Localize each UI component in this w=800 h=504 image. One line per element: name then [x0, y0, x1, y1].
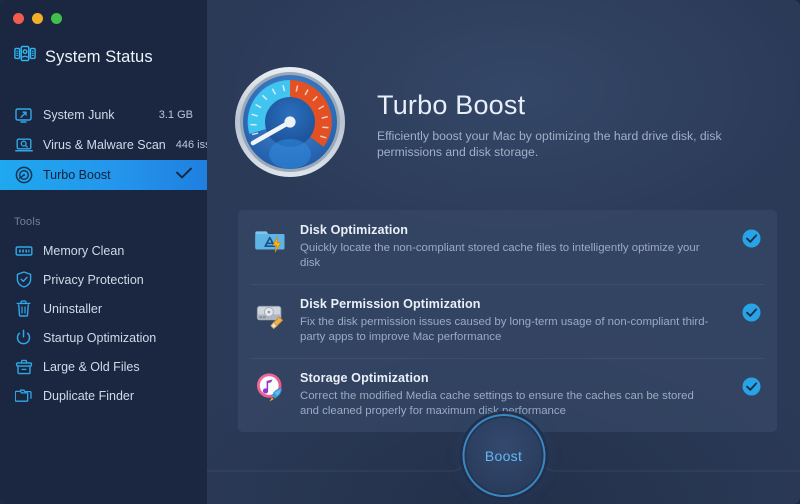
shield-check-icon — [14, 270, 33, 289]
archive-box-icon — [14, 357, 33, 376]
system-status-icon — [14, 45, 36, 69]
optimization-description: Correct the modified Media cache setting… — [300, 389, 714, 419]
sidebar-item-system-junk[interactable]: System Junk 3.1 GB — [0, 100, 207, 130]
sidebar-item-uninstaller[interactable]: Uninstaller — [0, 294, 207, 323]
optimization-row-disk[interactable]: Disk Optimization Quickly locate the non… — [238, 210, 777, 284]
optimization-title: Disk Optimization — [300, 223, 714, 237]
sidebar-item-label: Startup Optimization — [43, 331, 193, 345]
sidebar-tools-nav: Memory Clean Privacy Protection — [0, 236, 207, 410]
sidebar-item-meta: 3.1 GB — [159, 109, 193, 121]
sidebar-item-label: Memory Clean — [43, 244, 193, 258]
optimization-row-disk-permission[interactable]: Disk Permission Optimization Fix the dis… — [238, 284, 777, 358]
page-title: Turbo Boost — [377, 90, 727, 121]
hard-drive-brush-icon — [255, 298, 286, 329]
optimization-title: Storage Optimization — [300, 371, 714, 385]
close-button[interactable] — [13, 13, 24, 24]
boost-button-label: Boost — [485, 448, 522, 464]
optimization-title: Disk Permission Optimization — [300, 297, 714, 311]
sidebar-item-memory-clean[interactable]: Memory Clean — [0, 236, 207, 265]
status-check-icon[interactable] — [742, 229, 761, 248]
window-controls — [13, 13, 62, 24]
turbo-boost-gauge-icon — [229, 60, 351, 186]
selected-check-icon — [175, 167, 193, 183]
sidebar-item-privacy-protection[interactable]: Privacy Protection — [0, 265, 207, 294]
trash-icon — [14, 299, 33, 318]
status-check-icon[interactable] — [742, 377, 761, 396]
optimization-text: Disk Optimization Quickly locate the non… — [300, 223, 728, 271]
brand: System Status — [14, 45, 153, 69]
minimize-button[interactable] — [32, 13, 43, 24]
brand-title: System Status — [45, 48, 153, 67]
power-icon — [14, 328, 33, 347]
optimization-list: Disk Optimization Quickly locate the non… — [238, 210, 777, 432]
tools-section-label: Tools — [14, 216, 41, 228]
footer: Boost — [207, 418, 800, 504]
laptop-search-icon — [14, 136, 33, 155]
sidebar: System Status System Junk 3.1 GB — [0, 0, 207, 504]
sidebar-main-nav: System Junk 3.1 GB Virus & Malware Scan … — [0, 100, 207, 190]
sidebar-item-label: Turbo Boost — [43, 168, 165, 182]
sidebar-item-duplicate-finder[interactable]: Duplicate Finder — [0, 381, 207, 410]
optimization-description: Fix the disk permission issues caused by… — [300, 315, 714, 345]
optimization-text: Storage Optimization Correct the modifie… — [300, 371, 728, 419]
sidebar-item-label: Privacy Protection — [43, 273, 193, 287]
itunes-rocket-icon — [255, 372, 286, 403]
status-check-icon[interactable] — [742, 303, 761, 322]
sidebar-item-startup-optimization[interactable]: Startup Optimization — [0, 323, 207, 352]
sidebar-item-turbo-boost[interactable]: Turbo Boost — [0, 160, 207, 190]
sidebar-item-label: Large & Old Files — [43, 360, 193, 374]
sidebar-item-label: Virus & Malware Scan — [43, 138, 166, 152]
applications-folder-bolt-icon — [255, 224, 286, 255]
optimization-description: Quickly locate the non-compliant stored … — [300, 241, 714, 271]
main-content: Turbo Boost Efficiently boost your Mac b… — [207, 0, 800, 504]
sidebar-item-large-old-files[interactable]: Large & Old Files — [0, 352, 207, 381]
hero-text: Turbo Boost Efficiently boost your Mac b… — [377, 60, 727, 160]
gauge-icon — [14, 166, 33, 185]
sidebar-item-virus-malware-scan[interactable]: Virus & Malware Scan 446 issues — [0, 130, 207, 160]
zoom-button[interactable] — [51, 13, 62, 24]
monitor-arrow-icon — [14, 106, 33, 125]
sidebar-item-label: Duplicate Finder — [43, 389, 193, 403]
page-description: Efficiently boost your Mac by optimizing… — [377, 128, 727, 160]
boost-button[interactable]: Boost — [466, 418, 541, 493]
copy-folders-icon — [14, 386, 33, 405]
sidebar-item-label: System Junk — [43, 108, 149, 122]
memory-chip-icon — [14, 241, 33, 260]
app-window: System Status System Junk 3.1 GB — [0, 0, 800, 504]
hero-section: Turbo Boost Efficiently boost your Mac b… — [229, 60, 727, 186]
optimization-text: Disk Permission Optimization Fix the dis… — [300, 297, 728, 345]
sidebar-item-label: Uninstaller — [43, 302, 193, 316]
